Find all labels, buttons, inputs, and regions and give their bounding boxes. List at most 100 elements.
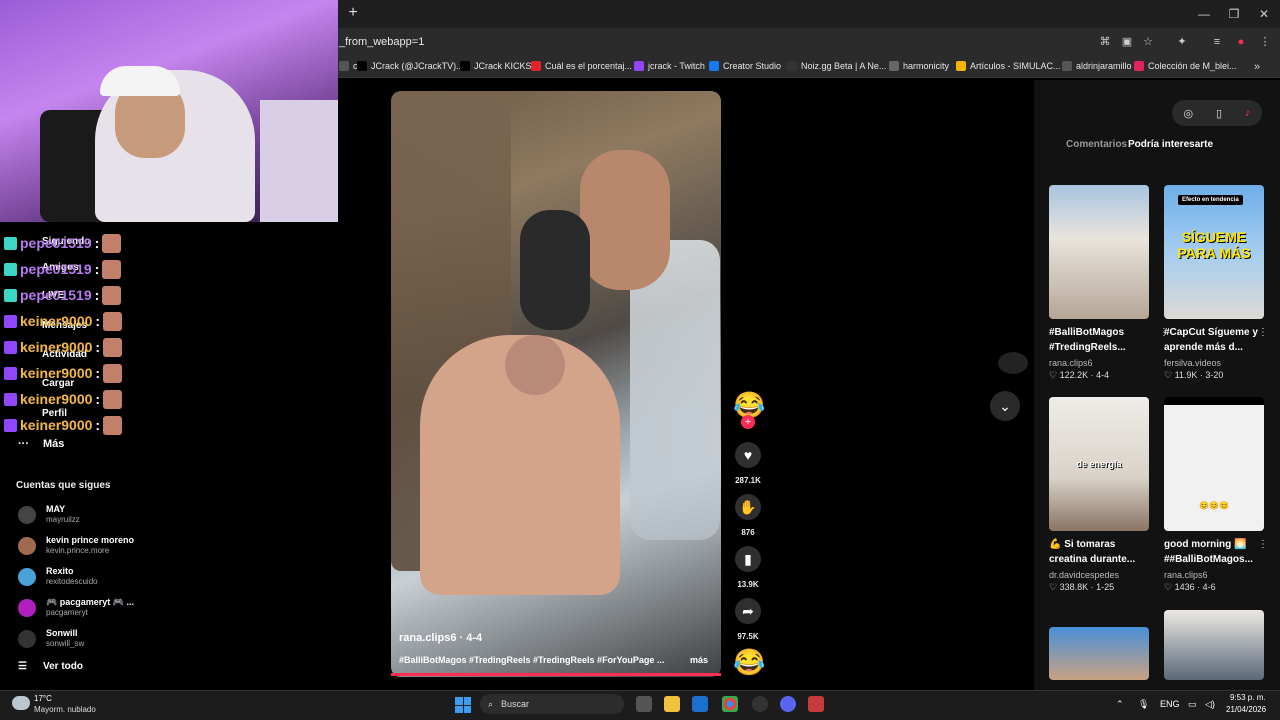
more-nav-item[interactable]: ··· Más <box>18 438 64 450</box>
task-view-icon[interactable] <box>636 696 652 712</box>
url-text[interactable]: _from_webapp=1 <box>339 36 424 48</box>
account-handle: pacgameryt <box>46 608 88 617</box>
share-icon[interactable]: ➦ <box>735 598 761 624</box>
translate-icon[interactable]: ⌘ <box>1098 35 1112 49</box>
chat-badge-icon <box>4 314 17 328</box>
taskbar-search[interactable]: ⌕ Buscar <box>480 694 624 714</box>
start-button[interactable] <box>455 697 471 713</box>
video-progress-bar[interactable] <box>391 673 721 676</box>
followed-account[interactable]: MAY mayruilzz <box>18 504 158 530</box>
profile-icon[interactable]: ● <box>1234 35 1248 49</box>
bookmark-favicon-icon <box>634 61 644 71</box>
video-author[interactable]: rana.clips6 · 4-4 <box>399 632 482 644</box>
chat-username[interactable]: keiner9000 <box>20 365 92 381</box>
caption-more-link[interactable]: más <box>690 655 708 665</box>
card-thumbnail[interactable] <box>1164 397 1264 531</box>
chat-separator: : <box>95 417 101 433</box>
cloud-icon[interactable] <box>12 696 30 710</box>
chat-badge-icon <box>4 236 17 250</box>
bookmark-item[interactable]: harmonicity <box>889 61 949 71</box>
bookmark-item[interactable]: Colección de M_blei... <box>1134 61 1237 71</box>
bookmark-item[interactable]: jcrack - Twitch <box>634 61 705 71</box>
bookmark-icon[interactable]: ▮ <box>735 546 761 572</box>
close-icon[interactable]: ✕ <box>1256 6 1272 22</box>
chat-separator: : <box>94 235 100 251</box>
chat-badge-icon <box>4 262 17 276</box>
tiktok-logo-icon[interactable]: ♪ <box>1245 107 1251 119</box>
extensions-icon[interactable]: ✦ <box>1175 35 1189 49</box>
menu-icon[interactable]: ⋮ <box>1258 35 1272 49</box>
card-thumbnail[interactable] <box>1049 185 1149 319</box>
compass-icon[interactable]: ◎ <box>1183 107 1193 120</box>
previous-video-button[interactable] <box>998 352 1028 374</box>
chat-message: pepe01519: <box>4 258 122 280</box>
chat-emote-icon <box>102 285 122 305</box>
star-icon[interactable]: ☆ <box>1141 35 1155 49</box>
card-thumbnail[interactable] <box>1049 627 1149 680</box>
bookmark-item[interactable]: Noiz.gg Beta | A Ne... <box>787 61 886 71</box>
media-icon[interactable]: ≡ <box>1210 35 1224 49</box>
tray-chevron-icon[interactable]: ⌃ <box>1116 699 1124 710</box>
chat-username[interactable]: keiner9000 <box>20 339 92 355</box>
bookmark-item[interactable]: aldrinjaramillo <box>1062 61 1132 71</box>
bookmark-item[interactable]: JCrack (@JCrackTV)... <box>357 61 464 71</box>
card-author[interactable]: rana.clips6 <box>1164 570 1208 580</box>
outlook-icon[interactable] <box>692 696 708 712</box>
account-handle: kevin.prince.more <box>46 546 110 555</box>
app-icon[interactable] <box>752 696 768 712</box>
bookmark-item[interactable]: Cuál es el porcentaj... <box>531 61 632 71</box>
followed-account[interactable]: Rexito rexitodescuido <box>18 566 158 592</box>
minimize-icon[interactable]: — <box>1196 6 1212 22</box>
network-icon[interactable]: ▭ <box>1188 699 1197 710</box>
comment-icon[interactable]: ✋ <box>735 494 761 520</box>
video-person <box>520 210 590 330</box>
phone-icon[interactable]: ▯ <box>1216 107 1222 120</box>
file-explorer-icon[interactable] <box>664 696 680 712</box>
chat-username[interactable]: pepe01519 <box>20 235 92 251</box>
chat-username[interactable]: keiner9000 <box>20 417 92 433</box>
chat-username[interactable]: keiner9000 <box>20 313 92 329</box>
app-icon[interactable] <box>808 696 824 712</box>
more-bookmarks-icon[interactable]: » <box>1250 60 1264 74</box>
chat-emote-icon <box>102 233 122 253</box>
see-all-link[interactable]: ☰ Ver todo <box>18 661 83 672</box>
tab-comments[interactable]: Comentarios <box>1066 139 1127 150</box>
card-author[interactable]: fersilva.videos <box>1164 358 1221 368</box>
list-icon: ☰ <box>18 661 27 672</box>
tab-recommended[interactable]: Podría interesarte <box>1128 139 1213 150</box>
card-author[interactable]: dr.davidcespedes <box>1049 570 1119 580</box>
bookmark-item[interactable]: Artículos - SIMULAC... <box>956 61 1061 71</box>
discord-icon[interactable] <box>780 696 796 712</box>
followed-account[interactable]: kevin prince moreno kevin.prince.more <box>18 535 158 561</box>
clock-date[interactable]: 21/04/2026 <box>1226 705 1266 714</box>
stream-chat: pepe01519: pepe01519: pepe01519: keiner9000… <box>0 232 150 435</box>
bookmark-label: Noiz.gg Beta | A Ne... <box>801 61 887 71</box>
chat-emote-icon <box>103 311 123 331</box>
cast-icon[interactable]: ▣ <box>1120 35 1134 49</box>
card-menu-icon[interactable]: ⋮ <box>1258 327 1268 338</box>
microphone-icon[interactable]: 🎙 <box>1138 699 1149 710</box>
card-thumbnail[interactable] <box>1164 610 1264 680</box>
followed-account[interactable]: 🎮 pacgameryt 🎮 ... pacgameryt <box>18 597 158 623</box>
chrome-icon[interactable] <box>722 696 738 712</box>
like-icon[interactable]: ♥ <box>735 442 761 468</box>
music-disc-icon[interactable]: 😂 <box>733 647 765 677</box>
chat-username[interactable]: pepe01519 <box>20 287 92 303</box>
new-tab-button[interactable]: + <box>345 5 361 21</box>
clock-time[interactable]: 9:53 p. m. <box>1230 693 1266 702</box>
bookmark-item[interactable]: Creator Studio <box>709 61 781 71</box>
weather-temperature[interactable]: 17°C <box>34 694 52 703</box>
chat-username[interactable]: pepe01519 <box>20 261 92 277</box>
card-author[interactable]: rana.clips6 <box>1049 358 1093 368</box>
followed-account[interactable]: Sonwill sonwill_sw <box>18 628 158 654</box>
weather-description[interactable]: Mayorm. nublado <box>34 705 96 714</box>
restore-icon[interactable]: ❐ <box>1226 6 1242 22</box>
chat-username[interactable]: keiner9000 <box>20 391 92 407</box>
bookmark-item[interactable]: JCrack KICKS <box>460 61 532 71</box>
follow-button[interactable]: + <box>741 415 755 429</box>
volume-icon[interactable]: ◁) <box>1205 699 1215 710</box>
card-menu-icon[interactable]: ⋮ <box>1258 539 1268 550</box>
language-indicator[interactable]: ENG <box>1160 699 1180 709</box>
next-video-button[interactable]: ⌄ <box>990 391 1020 421</box>
video-caption: #BalliBotMagos #TredingReels #TredingRee… <box>399 655 665 665</box>
